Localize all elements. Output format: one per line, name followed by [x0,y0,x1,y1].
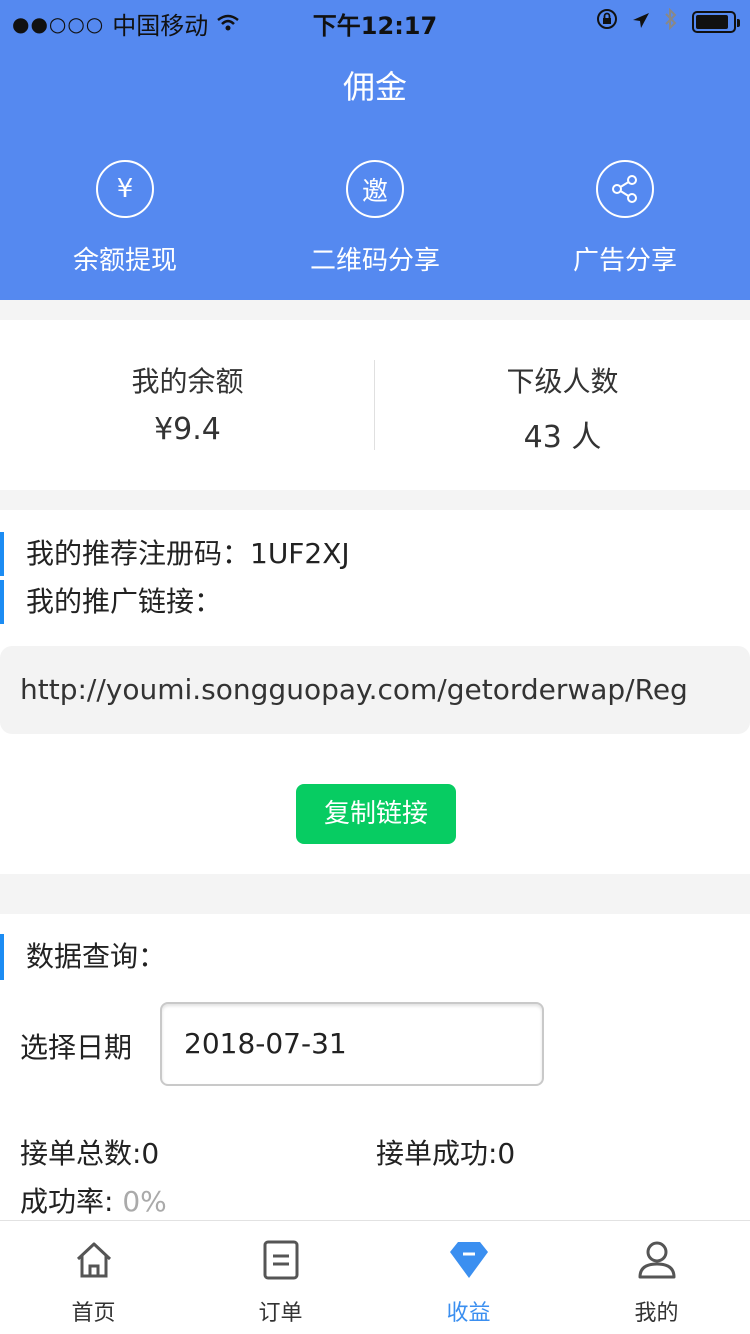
withdraw-balance-label: 余额提现 [72,246,177,276]
tab-earnings-label: 收益 [446,1301,491,1326]
home-icon [0,1239,187,1281]
status-bar: ●●○○○ 中国移动 下午12:17 [0,0,750,40]
my-balance-title: 我的余额 [131,365,244,398]
promo-link-url[interactable]: http://youmi.songguopay.com/getorderwap/… [0,646,750,734]
earnings-icon [375,1239,562,1281]
rotation-lock-icon [596,8,618,36]
tab-bar: 首页 订单 收益 我的 [0,1220,750,1334]
data-query-title: 数据查询： [0,934,750,980]
yuan-icon: ¥ [96,160,154,218]
tab-earnings[interactable]: 收益 [375,1239,562,1327]
tab-home-label: 首页 [71,1301,116,1326]
date-input[interactable]: 2018-07-31 [160,1002,544,1086]
withdraw-balance-button[interactable]: ¥ 余额提现 [0,160,250,277]
my-balance-value: ¥9.4 [154,412,221,447]
success-orders: 接单成功:0 [376,1137,516,1170]
date-label: 选择日期 [20,1031,133,1064]
share-icon [596,160,654,218]
data-query-card: 数据查询： 选择日期 2018-07-31 接单总数:0 接单成功:0 成功率:… [0,914,750,1220]
order-icon [187,1239,374,1281]
tab-orders[interactable]: 订单 [187,1239,374,1327]
downline-count: 下级人数 43 人 [375,360,750,456]
ad-share-button[interactable]: 广告分享 [500,160,750,277]
downline-count-value: 43 人 [523,420,602,455]
promo-card: 我的推荐注册码：1UF2XJ 我的推广链接： http://youmi.song… [0,510,750,874]
qrcode-share-button[interactable]: 邀 二维码分享 [250,160,500,277]
success-rate-value: 0% [122,1185,167,1218]
tab-profile[interactable]: 我的 [563,1239,750,1327]
battery-icon [692,11,740,33]
tab-profile-label: 我的 [634,1301,679,1326]
success-rate-label: 成功率: [20,1185,114,1218]
promo-link-title: 我的推广链接： [0,580,750,624]
tab-orders-label: 订单 [258,1301,303,1326]
header: ●●○○○ 中国移动 下午12:17 佣金 ¥ 余额提现 邀 二维码分享 广告分… [0,0,750,300]
success-rate: 成功率: 0% [20,1180,167,1220]
copy-link-button[interactable]: 复制链接 [296,784,456,844]
downline-count-title: 下级人数 [506,365,619,398]
total-orders: 接单总数:0 [20,1137,160,1170]
my-balance: 我的余额 ¥9.4 [0,360,375,447]
location-icon [632,8,650,36]
referral-code: 我的推荐注册码：1UF2XJ [0,532,750,576]
tab-home[interactable]: 首页 [0,1239,187,1327]
page-title: 佣金 [342,68,407,106]
profile-icon [563,1239,750,1281]
invite-icon: 邀 [346,160,404,218]
ad-share-label: 广告分享 [572,246,677,276]
bluetooth-icon [664,7,678,36]
qrcode-share-label: 二维码分享 [309,246,440,276]
balance-card: 我的余额 ¥9.4 下级人数 43 人 [0,320,750,490]
